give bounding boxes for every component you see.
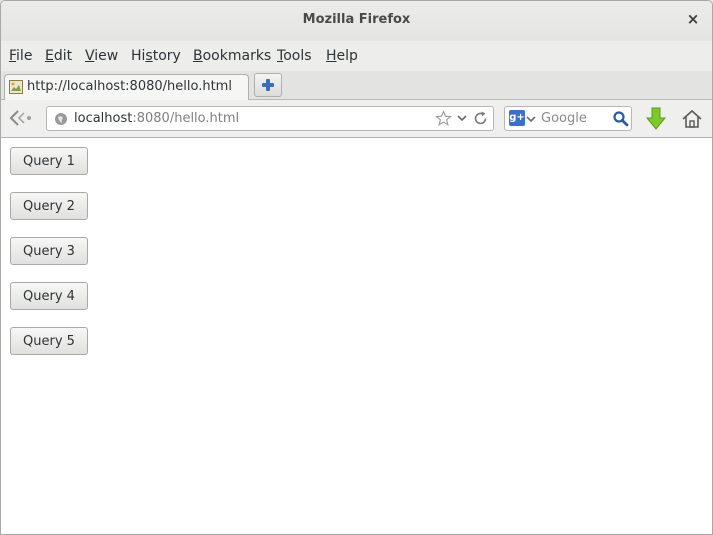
reload-icon[interactable] [472, 110, 489, 127]
navigation-toolbar: localhost:8080/hello.html g+ [1, 100, 712, 138]
query-1-button[interactable]: Query 1 [10, 147, 88, 175]
url-bar[interactable]: localhost:8080/hello.html [46, 106, 494, 131]
back-arrow-icon[interactable] [8, 107, 34, 129]
menu-history[interactable]: History [131, 48, 181, 64]
close-icon: × [686, 10, 700, 28]
tab-title: http://localhost:8080/hello.html [27, 79, 232, 94]
menu-edit[interactable]: Edit [45, 48, 72, 64]
url-text: localhost:8080/hello.html [74, 111, 240, 126]
chevron-down-icon[interactable] [457, 113, 467, 123]
search-input[interactable] [541, 109, 607, 128]
query-2-button[interactable]: Query 2 [10, 192, 88, 220]
download-arrow-icon[interactable] [645, 107, 667, 131]
menu-file[interactable]: File [9, 48, 32, 64]
window-title: Mozilla Firefox [302, 12, 411, 27]
google-plus-engine-icon[interactable]: g+ [509, 110, 525, 126]
search-icon[interactable] [612, 110, 629, 127]
chevron-down-icon[interactable] [526, 114, 536, 124]
globe-icon [55, 113, 67, 125]
query-5-button[interactable]: Query 5 [10, 327, 88, 355]
menu-bookmarks[interactable]: Bookmarks [193, 48, 271, 64]
menu-view[interactable]: View [85, 48, 118, 64]
title-bar: Mozilla Firefox × [1, 1, 712, 41]
home-icon[interactable] [681, 108, 703, 130]
menu-bar: File Edit View History Bookmarks Tools H… [1, 41, 712, 71]
menu-help[interactable]: Help [326, 48, 358, 64]
star-icon[interactable] [435, 110, 452, 127]
plus-icon [262, 79, 274, 91]
close-window-button[interactable]: × [684, 10, 702, 28]
browser-window: Mozilla Firefox × File Edit View History… [0, 0, 713, 535]
query-4-button[interactable]: Query 4 [10, 282, 88, 310]
query-3-button[interactable]: Query 3 [10, 237, 88, 265]
page-content: Query 1 Query 2 Query 3 Query 4 Query 5 [1, 138, 712, 534]
menu-tools[interactable]: Tools [277, 48, 312, 64]
broken-image-icon [9, 80, 23, 94]
new-tab-button[interactable] [254, 73, 282, 97]
tab-strip: http://localhost:8080/hello.html [1, 71, 712, 100]
search-bar: g+ [504, 106, 632, 131]
tab-hello-html[interactable]: http://localhost:8080/hello.html [4, 74, 249, 100]
